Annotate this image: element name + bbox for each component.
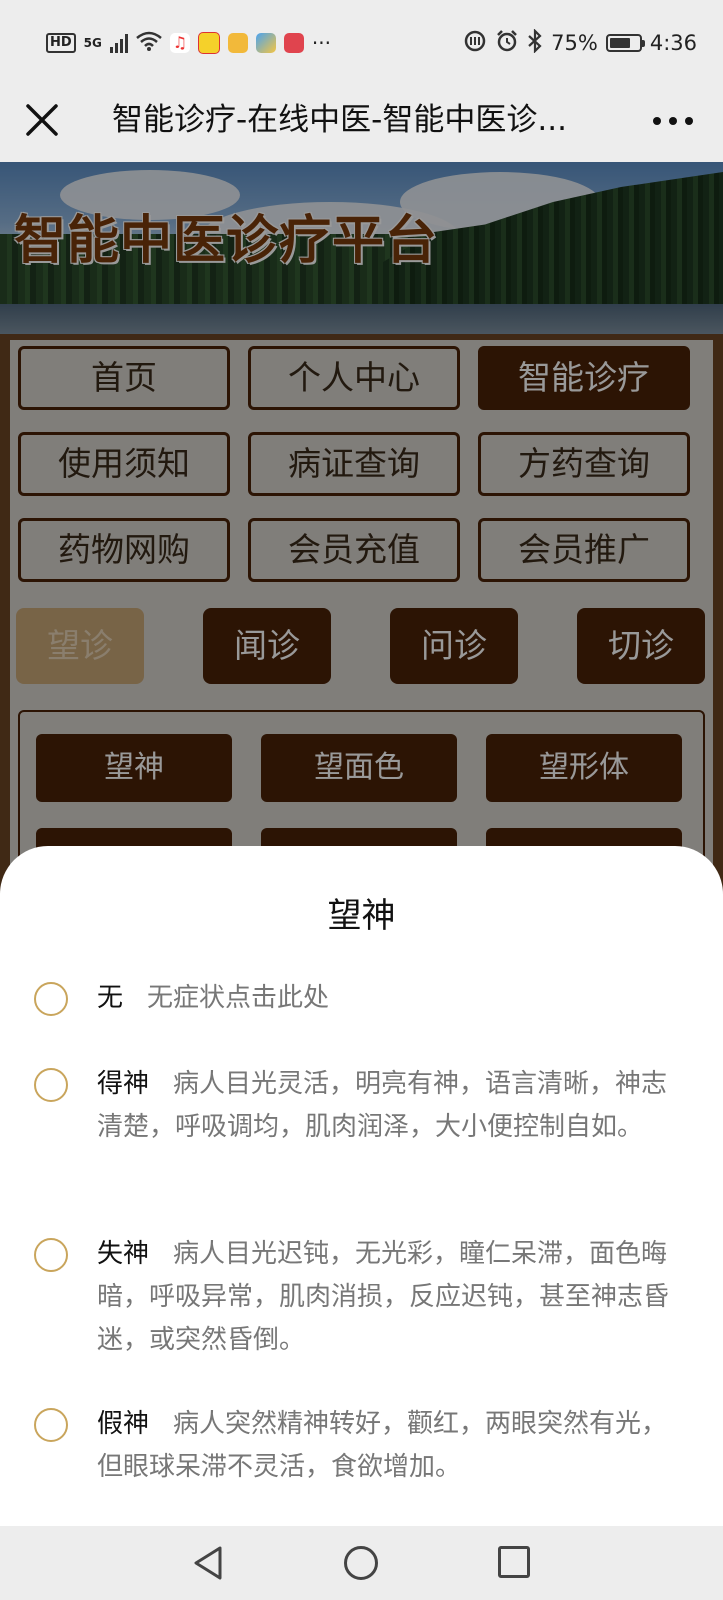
back-triangle-icon [194, 1546, 222, 1580]
status-bar: HD 5G ♫ ··· 75% 4:36 [0, 0, 723, 84]
option-description: 无症状点击此处 [147, 983, 330, 1013]
option-description: 病人目光迟钝，无光彩，瞳仁呆滞，面色晦暗，呼吸异常，肌肉消损，反应迟钝，甚至神志… [97, 1239, 670, 1355]
close-button[interactable] [20, 98, 64, 142]
more-notifications-icon: ··· [311, 31, 331, 55]
radio-button[interactable] [34, 1068, 68, 1102]
webview-nav-bar: 智能诊疗-在线中医-智能中医诊... [0, 84, 723, 162]
option-label: 假神 [97, 1409, 150, 1439]
more-options-button[interactable] [653, 106, 693, 136]
radio-button[interactable] [34, 1238, 68, 1272]
option-label: 无 [97, 983, 124, 1013]
sheet-title: 望神 [327, 896, 396, 936]
option-text: 失神 病人目光迟钝，无光彩，瞳仁呆滞，面色晦暗，呼吸异常，肌肉消损，反应迟钝，甚至… [97, 1233, 682, 1362]
signal-bars-icon [109, 33, 128, 53]
option-false-spirit[interactable]: 假神 病人突然精神转好，颧红，两眼突然有光，但眼球呆滞不灵活，食欲增加。 [34, 1408, 684, 1498]
battery-icon [605, 34, 645, 52]
radio-button[interactable] [34, 982, 68, 1016]
page-title: 智能诊疗-在线中医-智能中医诊... [112, 102, 567, 138]
app-notification-icon [255, 33, 276, 53]
bottom-sheet: 望神 无无症状点击此处 得神 病人目光灵活，明亮有神，语言清晰，神志清楚，呼吸调均… [0, 846, 723, 1526]
status-left: HD 5G ♫ ··· [46, 28, 331, 58]
signal-5g-label: 5G [83, 36, 102, 50]
hd-indicator: HD [46, 33, 76, 53]
system-nav-bar [0, 1526, 723, 1600]
recent-apps-button[interactable] [498, 1546, 530, 1578]
bluetooth-icon [527, 27, 543, 58]
app-notification-icon [227, 33, 248, 53]
option-good-spirit[interactable]: 得神 病人目光灵活，明亮有神，语言清晰，神志清楚，呼吸调均，肌肉润泽，大小便控制自… [34, 1068, 684, 1198]
option-none[interactable]: 无无症状点击此处 [34, 982, 684, 1022]
app-notification-icon [197, 32, 220, 54]
music-app-icon: ♫ [169, 33, 190, 53]
option-description: 病人突然精神转好，颧红，两眼突然有光，但眼球呆滞不灵活，食欲增加。 [97, 1409, 668, 1482]
option-label: 得神 [97, 1069, 150, 1099]
dot-icon [653, 117, 661, 125]
dot-icon [669, 117, 677, 125]
close-icon [26, 104, 58, 136]
option-label: 失神 [97, 1239, 150, 1269]
option-lost-spirit[interactable]: 失神 病人目光迟钝，无光彩，瞳仁呆滞，面色晦暗，呼吸异常，肌肉消损，反应迟钝，甚至… [34, 1238, 684, 1368]
option-text: 无无症状点击此处 [97, 977, 682, 1020]
battery-level [609, 38, 630, 48]
option-text: 得神 病人目光灵活，明亮有神，语言清晰，神志清楚，呼吸调均，肌肉润泽，大小便控制自… [97, 1063, 682, 1149]
option-description: 病人目光灵活，明亮有神，语言清晰，神志清楚，呼吸调均，肌肉润泽，大小便控制自如。 [97, 1069, 668, 1142]
home-button[interactable] [344, 1546, 378, 1580]
battery-percent: 75% [551, 31, 598, 55]
data-saver-icon [463, 29, 487, 58]
dot-icon [685, 117, 693, 125]
radio-button[interactable] [34, 1408, 68, 1442]
clock: 4:36 [649, 31, 697, 55]
book-app-icon [283, 33, 304, 53]
status-right: 75% 4:36 [463, 27, 697, 58]
wifi-icon [136, 31, 162, 55]
back-button[interactable] [190, 1544, 226, 1586]
option-text: 假神 病人突然精神转好，颧红，两眼突然有光，但眼球呆滞不灵活，食欲增加。 [97, 1403, 682, 1489]
alarm-icon [495, 29, 519, 58]
